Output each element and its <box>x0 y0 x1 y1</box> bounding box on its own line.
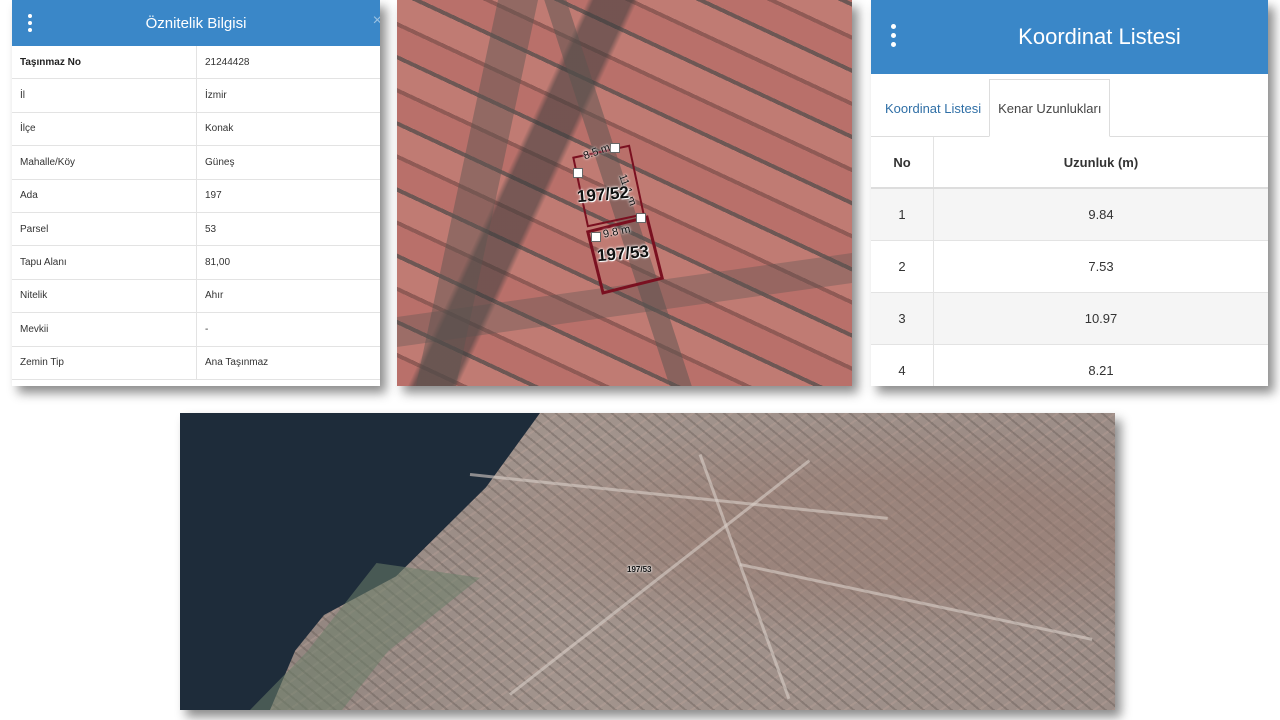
vertical-dots-icon[interactable] <box>28 14 32 32</box>
table-row: Zemin Tip Ana Taşınmaz <box>12 346 380 380</box>
table-row: İl İzmir <box>12 78 380 113</box>
row-length: 7.53 <box>933 240 1268 293</box>
row-number: 3 <box>871 292 934 345</box>
attribute-key: Mahalle/Köy <box>12 145 197 180</box>
attribute-key: Zemin Tip <box>12 346 197 380</box>
tab-bar: Koordinat Listesi Kenar Uzunlukları <box>871 74 1268 137</box>
parcel-label: 197/53 <box>627 565 652 574</box>
table-row: İlçe Konak <box>12 112 380 147</box>
row-number: 1 <box>871 188 934 241</box>
coordinate-panel: Koordinat Listesi Koordinat Listesi Kena… <box>871 0 1268 386</box>
attribute-value: 53 <box>196 212 380 247</box>
table-row: Mevkii - <box>12 312 380 347</box>
attribute-key: Taşınmaz No <box>12 46 197 80</box>
parcel-vertex[interactable] <box>636 213 646 223</box>
edge-length-table: No Uzunluk (m) 1 9.84 2 7.53 3 10.97 4 8… <box>871 137 1268 386</box>
road <box>698 453 791 700</box>
row-number: 4 <box>871 344 934 386</box>
attribute-value: 197 <box>196 179 380 213</box>
table-row: Tapu Alanı 81,00 <box>12 245 380 280</box>
column-header-length: Uzunluk (m) <box>933 137 1268 189</box>
parcel-vertex[interactable] <box>591 232 601 242</box>
vertical-dots-icon[interactable] <box>891 24 896 47</box>
column-header-no: No <box>871 137 934 189</box>
coordinate-panel-header: Koordinat Listesi <box>871 0 1268 74</box>
coordinate-panel-title: Koordinat Listesi <box>1018 24 1181 49</box>
table-header-row: No Uzunluk (m) <box>871 137 1268 189</box>
table-row: 1 9.84 <box>871 188 1268 241</box>
row-number: 2 <box>871 240 934 293</box>
attribute-value: 21244428 <box>196 46 380 80</box>
attribute-panel: Öznitelik Bilgisi × Taşınmaz No 21244428… <box>12 0 380 386</box>
attribute-value: Ana Taşınmaz <box>196 346 380 380</box>
attribute-value: İzmir <box>196 78 380 113</box>
overview-map-view[interactable]: 197/53 <box>180 413 1115 710</box>
attribute-key: İl <box>12 78 197 113</box>
attribute-key: Tapu Alanı <box>12 245 197 280</box>
attribute-key: Nitelik <box>12 279 197 314</box>
attribute-value: 81,00 <box>196 245 380 280</box>
table-row: 2 7.53 <box>871 240 1268 293</box>
tab-coordinate-list[interactable]: Koordinat Listesi <box>877 80 989 136</box>
attribute-value: - <box>196 312 380 347</box>
parcel-vertex[interactable] <box>573 168 583 178</box>
row-length: 10.97 <box>933 292 1268 345</box>
attribute-value: Ahır <box>196 279 380 314</box>
row-length: 9.84 <box>933 188 1268 241</box>
close-icon[interactable]: × <box>373 12 380 30</box>
table-row: 3 10.97 <box>871 292 1268 345</box>
tab-edge-lengths[interactable]: Kenar Uzunlukları <box>989 79 1111 137</box>
attribute-value: Konak <box>196 112 380 147</box>
table-row: Mahalle/Köy Güneş <box>12 145 380 180</box>
attribute-value: Güneş <box>196 145 380 180</box>
attribute-key: Ada <box>12 179 197 213</box>
table-row: Taşınmaz No 21244428 <box>12 46 380 80</box>
attribute-key: Mevkii <box>12 312 197 347</box>
attribute-key: İlçe <box>12 112 197 147</box>
road <box>469 473 888 520</box>
attribute-panel-header: Öznitelik Bilgisi × <box>12 0 380 46</box>
parcel-map-view[interactable]: 8.5 m 11.1 m 9.8 m 197/52 197/53 <box>397 0 852 386</box>
table-row: Parsel 53 <box>12 212 380 247</box>
row-length: 8.21 <box>933 344 1268 386</box>
table-row: Nitelik Ahır <box>12 279 380 314</box>
attribute-table: Taşınmaz No 21244428 İl İzmir İlçe Konak… <box>12 46 380 380</box>
attribute-panel-title: Öznitelik Bilgisi <box>145 14 247 32</box>
table-row: 4 8.21 <box>871 344 1268 386</box>
road <box>739 563 1093 641</box>
attribute-key: Parsel <box>12 212 197 247</box>
table-row: Ada 197 <box>12 179 380 213</box>
